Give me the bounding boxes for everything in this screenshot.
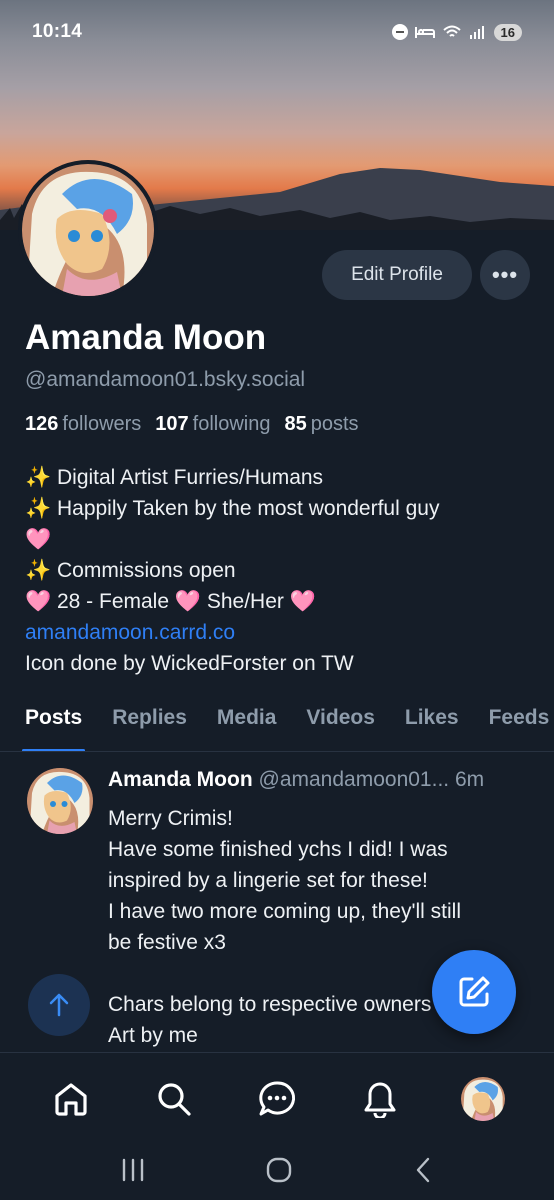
more-options-button[interactable]: ••• <box>480 250 530 300</box>
profile-tabs: Posts Replies Media Videos Likes Feeds <box>0 700 554 752</box>
more-icon: ••• <box>491 262 519 287</box>
profile-avatar[interactable] <box>18 160 158 300</box>
avatar-illustration <box>460 1076 505 1121</box>
posts-label: posts <box>310 413 359 435</box>
avatar-illustration <box>22 164 154 296</box>
signal-icon <box>469 26 484 39</box>
bed-icon <box>414 27 435 38</box>
wifi-icon <box>442 25 461 37</box>
battery-indicator: 16 <box>493 23 522 41</box>
bio-line: 🩷 <box>25 528 52 551</box>
nav-notifications[interactable] <box>350 1069 410 1129</box>
tab-likes[interactable]: Likes <box>390 700 474 751</box>
followers-count: 126 <box>25 413 59 435</box>
bottom-navigation <box>0 1052 554 1144</box>
arrow-up-icon <box>49 993 69 1017</box>
posts-stat: 85 posts <box>285 413 359 436</box>
profile-bio: ✨ Digital Artist Furries/Humans ✨ Happil… <box>25 462 535 679</box>
bio-line: ✨ Happily Taken by the most wonderful gu… <box>25 497 440 520</box>
tab-media[interactable]: Media <box>202 700 292 751</box>
following-stat[interactable]: 107 following <box>155 413 270 436</box>
bell-icon <box>364 1082 396 1118</box>
scroll-to-top-button[interactable] <box>28 974 90 1036</box>
nav-chat[interactable] <box>247 1069 307 1129</box>
nav-search[interactable] <box>144 1069 204 1129</box>
tab-videos[interactable]: Videos <box>291 700 389 751</box>
bio-line: ✨ Commissions open <box>25 559 236 582</box>
do-not-disturb-icon <box>391 24 408 40</box>
home-icon <box>55 1082 87 1116</box>
post-line: I have two more coming up, they'll still <box>108 900 461 923</box>
avatar-illustration <box>27 768 93 834</box>
compose-post-button[interactable] <box>432 950 516 1034</box>
post-header[interactable]: Amanda Moon @amandamoon01... 6m <box>108 768 538 792</box>
status-bar: 10:14 16 <box>0 0 554 64</box>
followers-stat[interactable]: 126 followers <box>25 413 141 436</box>
system-navigation <box>0 1140 554 1200</box>
post-author-meta: @amandamoon01... 6m <box>258 768 485 791</box>
following-label: following <box>192 413 271 435</box>
profile-handle: @amandamoon01.bsky.social <box>25 368 306 391</box>
bio-line: Icon done by WickedForster on TW <box>25 652 354 675</box>
tab-replies[interactable]: Replies <box>97 700 202 751</box>
followers-label: followers <box>62 413 142 435</box>
tab-posts[interactable]: Posts <box>0 700 97 751</box>
post-author-name: Amanda Moon <box>108 768 253 791</box>
search-icon <box>158 1082 191 1116</box>
post-line: Merry Crimis! <box>108 807 233 830</box>
chat-icon <box>259 1080 296 1115</box>
status-icons: 16 <box>391 23 522 41</box>
bio-line: 🩷 28 - Female 🩷 She/Her 🩷 <box>25 590 316 613</box>
compose-icon <box>459 976 490 1007</box>
recents-icon[interactable] <box>119 1157 147 1183</box>
posts-count: 85 <box>284 413 307 435</box>
post-line: Have some finished ychs I did! I was <box>108 838 448 861</box>
display-name: Amanda Moon <box>25 318 267 357</box>
avatar <box>460 1076 505 1121</box>
bio-line: ✨ Digital Artist Furries/Humans <box>25 466 324 489</box>
edit-profile-button[interactable]: Edit Profile <box>322 250 472 300</box>
following-count: 107 <box>155 413 189 435</box>
profile-stats: 126 followers 107 following 85 posts <box>25 413 359 436</box>
nav-home[interactable] <box>41 1069 101 1129</box>
status-time: 10:14 <box>32 21 83 42</box>
tab-feeds[interactable]: Feeds <box>474 700 554 751</box>
post-line: inspired by a lingerie set for these! <box>108 869 428 892</box>
back-icon[interactable] <box>411 1156 435 1184</box>
bio-link[interactable]: amandamoon.carrd.co <box>25 617 535 648</box>
nav-profile[interactable] <box>453 1069 513 1129</box>
home-circle-icon[interactable] <box>265 1156 293 1184</box>
post-author-avatar[interactable] <box>27 768 93 834</box>
